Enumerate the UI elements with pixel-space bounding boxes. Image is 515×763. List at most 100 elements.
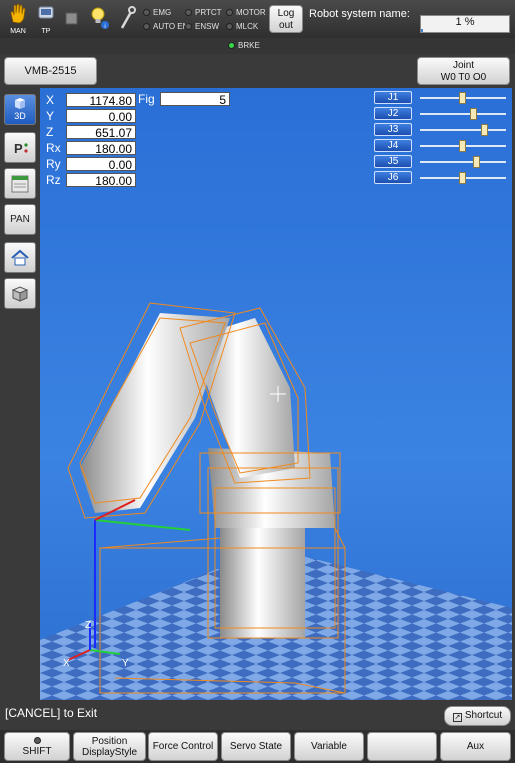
joint-knob-j1[interactable] (459, 92, 466, 104)
robot-3d-viewport[interactable]: X Y Z X 1174.80 Y 0.00 Z 651.07 Rx 180.0… (40, 88, 512, 700)
position-display-style-button[interactable]: Position DisplayStyle (73, 732, 146, 761)
shift-indicator-icon (33, 736, 41, 744)
world-x-label: X (63, 658, 70, 669)
point-icon: P (14, 141, 28, 156)
joint-label-j4[interactable]: J4 (374, 139, 412, 152)
position-display-label-1: Position (91, 735, 128, 747)
cancel-hint: [CANCEL] to Exit (5, 706, 98, 720)
shortcut-button[interactable]: ↗ Shortcut (444, 706, 511, 726)
box-view-icon (11, 286, 29, 302)
joint-knob-j4[interactable] (459, 140, 466, 152)
emg-label: EMG (153, 8, 172, 17)
home-icon (11, 249, 29, 266)
logout-button[interactable]: Log out (269, 5, 303, 33)
speed-percent-value: 1 % (455, 16, 475, 28)
joint-row-j4: J4 (374, 139, 510, 153)
logout-label-line2: out (279, 20, 293, 31)
coord-x-key: X (46, 92, 55, 107)
coord-rz-value: 180.00 (66, 172, 136, 188)
info-button[interactable]: i (88, 2, 112, 36)
auto-en-label: AUTO EN (153, 22, 189, 31)
brke-label: BRKE (238, 41, 260, 50)
joint-label-j1[interactable]: J1 (374, 91, 412, 104)
manual-mode-indicator: MAN (6, 2, 30, 36)
joint-slider-j5[interactable] (420, 156, 506, 168)
pan-button[interactable]: PAN (4, 204, 36, 235)
joint-knob-j6[interactable] (459, 172, 466, 184)
ensw-status: ENSW (185, 22, 219, 31)
teach-pendant-indicator: TP (34, 2, 58, 36)
joint-slider-j2[interactable] (420, 108, 506, 120)
shift-button[interactable]: SHIFT (4, 732, 70, 761)
stop-icon (65, 12, 78, 25)
blank-function-button[interactable] (367, 732, 437, 761)
fig-value: 5 (160, 92, 230, 107)
coord-z-key: Z (46, 124, 54, 139)
fig-key: Fig (138, 92, 155, 106)
joint-slider-j3[interactable] (420, 124, 506, 136)
prtct-indicator-icon (185, 9, 192, 16)
jog-mode-subtitle: W0 T0 O0 (440, 72, 487, 83)
brake-status-bar: BRKE (0, 38, 515, 54)
coord-ry-value: 0.00 (66, 156, 136, 172)
joint-slider-j1[interactable] (420, 92, 506, 104)
joint-knob-j3[interactable] (481, 124, 489, 136)
variable-button[interactable]: Variable (294, 732, 364, 761)
joint-knob-j2[interactable] (470, 108, 478, 120)
lightbulb-info-icon: i (91, 7, 109, 30)
stop-button[interactable] (60, 2, 84, 36)
shift-label: SHIFT (22, 745, 52, 757)
joint-label-j2[interactable]: J2 (374, 107, 412, 120)
tools-button[interactable] (116, 2, 140, 36)
aux-button[interactable]: Aux (440, 732, 511, 761)
mlck-status: MLCK (226, 22, 258, 31)
joint-row-j6: J6 (374, 171, 510, 185)
coord-z: Z 651.07 (46, 124, 136, 140)
prtct-status: PRTCT (185, 8, 222, 17)
jog-mode-button[interactable]: Joint W0 T0 O0 (417, 57, 510, 85)
tp-label: TP (41, 28, 51, 35)
force-control-button[interactable]: Force Control (148, 732, 218, 761)
view-3d-label: 3D (14, 111, 26, 121)
svg-text:i: i (104, 24, 105, 30)
mlck-indicator-icon (226, 23, 233, 30)
auto-en-status: AUTO EN (143, 22, 188, 31)
coord-rz-key: Rz (46, 172, 61, 187)
coord-y-key: Y (46, 108, 55, 123)
shortcut-label: Shortcut (464, 710, 503, 721)
motor-indicator-icon (226, 9, 233, 16)
shortcut-icon: ↗ (452, 713, 462, 722)
position-display-label-2: DisplayStyle (81, 746, 138, 758)
joint-slider-j6[interactable] (420, 172, 506, 184)
robot-model-button[interactable]: VMB-2515 (4, 57, 97, 85)
panel-icon (11, 175, 29, 193)
point-view-button[interactable]: P (4, 132, 36, 163)
auto-en-indicator-icon (143, 23, 150, 30)
joint-row-j5: J5 (374, 155, 510, 169)
tool-y-axis (94, 519, 191, 531)
speed-percent-box[interactable]: 1 % (420, 15, 510, 33)
home-view-button[interactable] (4, 242, 36, 273)
emg-status: EMG (143, 8, 171, 17)
servo-state-button[interactable]: Servo State (221, 732, 291, 761)
hand-icon (10, 3, 26, 24)
brke-status: BRKE (228, 41, 260, 50)
world-z-label: Z (85, 620, 91, 631)
motor-status: MOTOR (226, 8, 266, 17)
view-3d-button[interactable]: 3D (4, 94, 36, 125)
box-view-button[interactable] (4, 278, 36, 309)
joint-row-j3: J3 (374, 123, 510, 137)
joint-slider-j4[interactable] (420, 140, 506, 152)
joint-label-j6[interactable]: J6 (374, 171, 412, 184)
wrench-icon (120, 6, 136, 29)
joint-label-j5[interactable]: J5 (374, 155, 412, 168)
teach-pendant-icon (38, 6, 54, 19)
jog-mode-label: Joint (452, 60, 475, 71)
joint-row-j1: J1 (374, 91, 510, 105)
brke-indicator-icon (228, 42, 235, 49)
panel-view-button[interactable] (4, 168, 36, 199)
joint-label-j3[interactable]: J3 (374, 123, 412, 136)
joint-row-j2: J2 (374, 107, 510, 121)
coord-x-value: 1174.80 (66, 92, 136, 108)
joint-knob-j5[interactable] (472, 156, 480, 168)
